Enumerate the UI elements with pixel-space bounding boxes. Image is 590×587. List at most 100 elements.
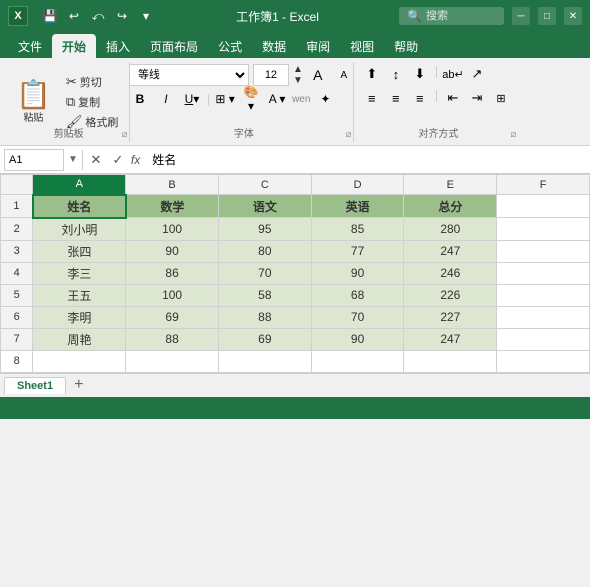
search-input[interactable]	[426, 10, 496, 22]
table-cell[interactable]: 王五	[33, 284, 126, 306]
copy-button[interactable]: ⧉ 复制	[63, 93, 122, 111]
align-left-button[interactable]: ≡	[361, 88, 383, 108]
table-cell[interactable]: 227	[404, 306, 497, 328]
col-header-f[interactable]: F	[497, 175, 590, 195]
table-cell[interactable]: 100	[126, 218, 219, 241]
align-bottom-button[interactable]: ⬇	[409, 64, 431, 84]
table-cell[interactable]: 90	[311, 328, 404, 350]
table-cell[interactable]: 70	[311, 306, 404, 328]
table-cell[interactable]: 姓名	[33, 195, 126, 218]
row-header-4[interactable]: 4	[1, 262, 33, 284]
table-cell[interactable]: 70	[218, 262, 311, 284]
row-header-3[interactable]: 3	[1, 240, 33, 262]
confirm-formula-icon[interactable]: ✓	[109, 151, 127, 169]
table-cell[interactable]	[497, 284, 590, 306]
font-size-smaller-button[interactable]: A	[333, 65, 355, 85]
undo-button[interactable]: ↩	[64, 6, 84, 26]
table-cell[interactable]	[497, 328, 590, 350]
align-center-button[interactable]: ≡	[385, 88, 407, 108]
row-header-7[interactable]: 7	[1, 328, 33, 350]
sheet-tab-sheet1[interactable]: Sheet1	[4, 377, 66, 394]
tab-insert[interactable]: 插入	[96, 34, 140, 58]
table-cell[interactable]: 77	[311, 240, 404, 262]
fill-color-button[interactable]: 🎨 ▾	[240, 89, 262, 109]
align-top-button[interactable]: ⬆	[361, 64, 383, 84]
table-cell[interactable]	[497, 240, 590, 262]
table-cell[interactable]	[497, 195, 590, 218]
table-cell[interactable]	[404, 350, 497, 372]
row-header-5[interactable]: 5	[1, 284, 33, 306]
table-cell[interactable]: 周艳	[33, 328, 126, 350]
increase-indent-button[interactable]: ⇥	[466, 88, 488, 108]
italic-button[interactable]: I	[155, 89, 177, 109]
table-cell[interactable]	[311, 350, 404, 372]
table-cell[interactable]	[497, 350, 590, 372]
paste-button[interactable]: 📋 粘贴	[12, 79, 55, 126]
tab-home[interactable]: 开始	[52, 34, 96, 58]
table-cell[interactable]: 总分	[404, 195, 497, 218]
angle-text-button[interactable]: ↗	[466, 64, 488, 84]
table-cell[interactable]: 88	[126, 328, 219, 350]
undo-arrow-button[interactable]: ⤺	[88, 6, 108, 26]
table-cell[interactable]	[126, 350, 219, 372]
table-cell[interactable]: 张四	[33, 240, 126, 262]
table-cell[interactable]: 86	[126, 262, 219, 284]
table-cell[interactable]	[497, 218, 590, 241]
row-header-8[interactable]: 8	[1, 350, 33, 372]
table-cell[interactable]: 69	[218, 328, 311, 350]
border-button[interactable]: ⊞ ▾	[214, 89, 236, 109]
minimize-button[interactable]: ─	[512, 7, 530, 25]
table-cell[interactable]: 语文	[218, 195, 311, 218]
add-sheet-button[interactable]: +	[68, 376, 89, 394]
alignment-expand-icon[interactable]: ⧄	[511, 129, 517, 140]
col-header-e[interactable]: E	[404, 175, 497, 195]
save-button[interactable]: 💾	[40, 6, 60, 26]
cancel-formula-icon[interactable]: ✕	[87, 151, 105, 169]
align-right-button[interactable]: ≡	[409, 88, 431, 108]
table-cell[interactable]: 58	[218, 284, 311, 306]
decrease-indent-button[interactable]: ⇤	[442, 88, 464, 108]
row-header-2[interactable]: 2	[1, 218, 33, 241]
clipboard-expand-icon[interactable]: ⧄	[122, 129, 128, 140]
tab-data[interactable]: 数据	[252, 34, 296, 58]
table-cell[interactable]: 80	[218, 240, 311, 262]
col-header-b[interactable]: B	[126, 175, 219, 195]
table-cell[interactable]: 246	[404, 262, 497, 284]
tab-page-layout[interactable]: 页面布局	[140, 34, 208, 58]
bold-button[interactable]: B	[129, 89, 151, 109]
tab-file[interactable]: 文件	[8, 34, 52, 58]
tab-view[interactable]: 视图	[340, 34, 384, 58]
cell-ref-dropdown-icon[interactable]: ▼	[68, 154, 78, 165]
table-cell[interactable]: 90	[126, 240, 219, 262]
formula-input[interactable]	[148, 153, 586, 167]
col-header-d[interactable]: D	[311, 175, 404, 195]
wrap-text-button[interactable]: ab↵	[442, 64, 464, 84]
tab-help[interactable]: 帮助	[384, 34, 428, 58]
underline-button[interactable]: U ▾	[181, 89, 203, 109]
table-cell[interactable]: 数学	[126, 195, 219, 218]
font-size-input[interactable]	[253, 64, 289, 86]
table-cell[interactable]	[497, 306, 590, 328]
tab-review[interactable]: 审阅	[296, 34, 340, 58]
row-header-6[interactable]: 6	[1, 306, 33, 328]
table-cell[interactable]: 68	[311, 284, 404, 306]
col-header-c[interactable]: C	[218, 175, 311, 195]
table-cell[interactable]: 李三	[33, 262, 126, 284]
table-cell[interactable]	[497, 262, 590, 284]
table-cell[interactable]: 85	[311, 218, 404, 241]
table-cell[interactable]: 247	[404, 240, 497, 262]
table-cell[interactable]	[218, 350, 311, 372]
table-cell[interactable]: 95	[218, 218, 311, 241]
maximize-button[interactable]: □	[538, 7, 556, 25]
table-cell[interactable]: 280	[404, 218, 497, 241]
font-color-button[interactable]: A ▾	[266, 89, 288, 109]
table-cell[interactable]: 90	[311, 262, 404, 284]
font-expand-icon[interactable]: ⧄	[346, 129, 352, 140]
font-size-bigger-button[interactable]: A	[307, 65, 329, 85]
tab-formulas[interactable]: 公式	[208, 34, 252, 58]
merge-center-button[interactable]: ⊞	[490, 88, 512, 108]
redo-button[interactable]: ↪	[112, 6, 132, 26]
table-cell[interactable]: 69	[126, 306, 219, 328]
table-cell[interactable]: 李明	[33, 306, 126, 328]
table-cell[interactable]: 247	[404, 328, 497, 350]
